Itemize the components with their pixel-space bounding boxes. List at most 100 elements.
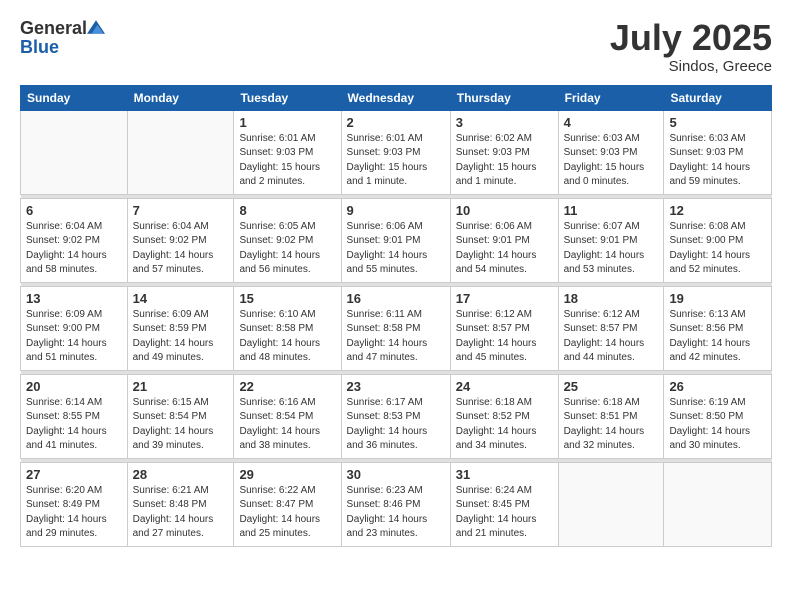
day-info: Sunrise: 6:22 AMSunset: 8:47 PMDaylight:…: [239, 484, 335, 542]
logo-general: General: [20, 19, 87, 37]
header: General Blue July 2025 Sindos, Greece: [20, 18, 772, 75]
day-number: 13: [26, 291, 122, 306]
day-info: Sunrise: 6:10 AMSunset: 8:58 PMDaylight:…: [239, 308, 335, 366]
day-info: Sunrise: 6:15 AMSunset: 8:54 PMDaylight:…: [133, 396, 229, 454]
calendar-cell: [127, 110, 234, 194]
day-info: Sunrise: 6:18 AMSunset: 8:51 PMDaylight:…: [564, 396, 659, 454]
day-info: Sunrise: 6:08 AMSunset: 9:00 PMDaylight:…: [669, 220, 766, 278]
day-info: Sunrise: 6:03 AMSunset: 9:03 PMDaylight:…: [564, 132, 659, 190]
day-number: 19: [669, 291, 766, 306]
calendar-cell: 16 Sunrise: 6:11 AMSunset: 8:58 PMDayligh…: [341, 286, 450, 370]
day-info: Sunrise: 6:02 AMSunset: 9:03 PMDaylight:…: [456, 132, 553, 190]
day-info: Sunrise: 6:01 AMSunset: 9:03 PMDaylight:…: [239, 132, 335, 190]
calendar-cell: 24 Sunrise: 6:18 AMSunset: 8:52 PMDayligh…: [450, 374, 558, 458]
day-info: Sunrise: 6:19 AMSunset: 8:50 PMDaylight:…: [669, 396, 766, 454]
calendar-cell: [558, 462, 664, 546]
calendar-cell: 4 Sunrise: 6:03 AMSunset: 9:03 PMDaylight…: [558, 110, 664, 194]
week-row-2: 13 Sunrise: 6:09 AMSunset: 9:00 PMDayligh…: [21, 286, 772, 370]
day-number: 30: [347, 467, 445, 482]
calendar-cell: 10 Sunrise: 6:06 AMSunset: 9:01 PMDayligh…: [450, 198, 558, 282]
day-number: 11: [564, 203, 659, 218]
calendar-cell: 20Sunrise: 6:14 AMSunset: 8:55 PMDayligh…: [21, 374, 128, 458]
day-number: 20: [26, 379, 122, 394]
header-thursday: Thursday: [450, 85, 558, 110]
header-wednesday: Wednesday: [341, 85, 450, 110]
day-info: Sunrise: 6:05 AMSunset: 9:02 PMDaylight:…: [239, 220, 335, 278]
day-info: Sunrise: 6:12 AMSunset: 8:57 PMDaylight:…: [564, 308, 659, 366]
day-info: Sunrise: 6:17 AMSunset: 8:53 PMDaylight:…: [347, 396, 445, 454]
day-number: 15: [239, 291, 335, 306]
day-info: Sunrise: 6:16 AMSunset: 8:54 PMDaylight:…: [239, 396, 335, 454]
day-number: 23: [347, 379, 445, 394]
calendar-cell: 6Sunrise: 6:04 AMSunset: 9:02 PMDaylight…: [21, 198, 128, 282]
day-number: 25: [564, 379, 659, 394]
day-number: 2: [347, 115, 445, 130]
calendar-cell: 22Sunrise: 6:16 AMSunset: 8:54 PMDayligh…: [234, 374, 341, 458]
calendar-cell: 14 Sunrise: 6:09 AMSunset: 8:59 PMDayligh…: [127, 286, 234, 370]
calendar-cell: 28Sunrise: 6:21 AMSunset: 8:48 PMDayligh…: [127, 462, 234, 546]
calendar-cell: 23 Sunrise: 6:17 AMSunset: 8:53 PMDayligh…: [341, 374, 450, 458]
calendar-cell: 11 Sunrise: 6:07 AMSunset: 9:01 PMDayligh…: [558, 198, 664, 282]
calendar-cell: 25 Sunrise: 6:18 AMSunset: 8:51 PMDayligh…: [558, 374, 664, 458]
day-number: 16: [347, 291, 445, 306]
page: General Blue July 2025 Sindos, Greece Su…: [0, 0, 792, 612]
calendar-cell: 29 Sunrise: 6:22 AMSunset: 8:47 PMDayligh…: [234, 462, 341, 546]
day-number: 9: [347, 203, 445, 218]
logo-icon: [87, 18, 105, 36]
day-number: 18: [564, 291, 659, 306]
logo: General Blue: [20, 18, 105, 56]
day-info: Sunrise: 6:21 AMSunset: 8:48 PMDaylight:…: [133, 484, 229, 542]
calendar-cell: 12Sunrise: 6:08 AMSunset: 9:00 PMDayligh…: [664, 198, 772, 282]
calendar-cell: [664, 462, 772, 546]
calendar-cell: 18 Sunrise: 6:12 AMSunset: 8:57 PMDayligh…: [558, 286, 664, 370]
calendar-cell: 15 Sunrise: 6:10 AMSunset: 8:58 PMDayligh…: [234, 286, 341, 370]
day-number: 31: [456, 467, 553, 482]
day-info: Sunrise: 6:20 AMSunset: 8:49 PMDaylight:…: [26, 484, 122, 542]
day-number: 26: [669, 379, 766, 394]
week-row-3: 20Sunrise: 6:14 AMSunset: 8:55 PMDayligh…: [21, 374, 772, 458]
calendar-cell: 2 Sunrise: 6:01 AMSunset: 9:03 PMDaylight…: [341, 110, 450, 194]
day-info: Sunrise: 6:12 AMSunset: 8:57 PMDaylight:…: [456, 308, 553, 366]
day-info: Sunrise: 6:07 AMSunset: 9:01 PMDaylight:…: [564, 220, 659, 278]
day-info: Sunrise: 6:09 AMSunset: 9:00 PMDaylight:…: [26, 308, 122, 366]
logo-blue: Blue: [20, 38, 59, 56]
calendar-cell: 9 Sunrise: 6:06 AMSunset: 9:01 PMDaylight…: [341, 198, 450, 282]
day-number: 8: [239, 203, 335, 218]
day-info: Sunrise: 6:06 AMSunset: 9:01 PMDaylight:…: [347, 220, 445, 278]
day-info: Sunrise: 6:18 AMSunset: 8:52 PMDaylight:…: [456, 396, 553, 454]
day-info: Sunrise: 6:23 AMSunset: 8:46 PMDaylight:…: [347, 484, 445, 542]
header-saturday: Saturday: [664, 85, 772, 110]
day-number: 3: [456, 115, 553, 130]
week-row-1: 6Sunrise: 6:04 AMSunset: 9:02 PMDaylight…: [21, 198, 772, 282]
day-number: 6: [26, 203, 122, 218]
day-number: 7: [133, 203, 229, 218]
day-number: 10: [456, 203, 553, 218]
calendar-cell: 30 Sunrise: 6:23 AMSunset: 8:46 PMDayligh…: [341, 462, 450, 546]
day-number: 4: [564, 115, 659, 130]
title-block: July 2025 Sindos, Greece: [610, 18, 772, 75]
calendar-cell: 19Sunrise: 6:13 AMSunset: 8:56 PMDayligh…: [664, 286, 772, 370]
title-month: July 2025: [610, 18, 772, 58]
calendar-cell: 27Sunrise: 6:20 AMSunset: 8:49 PMDayligh…: [21, 462, 128, 546]
day-number: 14: [133, 291, 229, 306]
day-number: 24: [456, 379, 553, 394]
week-row-4: 27Sunrise: 6:20 AMSunset: 8:49 PMDayligh…: [21, 462, 772, 546]
day-info: Sunrise: 6:11 AMSunset: 8:58 PMDaylight:…: [347, 308, 445, 366]
day-number: 17: [456, 291, 553, 306]
calendar-cell: 17 Sunrise: 6:12 AMSunset: 8:57 PMDayligh…: [450, 286, 558, 370]
day-number: 21: [133, 379, 229, 394]
day-info: Sunrise: 6:24 AMSunset: 8:45 PMDaylight:…: [456, 484, 553, 542]
day-info: Sunrise: 6:06 AMSunset: 9:01 PMDaylight:…: [456, 220, 553, 278]
header-friday: Friday: [558, 85, 664, 110]
header-monday: Monday: [127, 85, 234, 110]
calendar-cell: 3 Sunrise: 6:02 AMSunset: 9:03 PMDaylight…: [450, 110, 558, 194]
header-sunday: Sunday: [21, 85, 128, 110]
calendar-cell: [21, 110, 128, 194]
day-number: 29: [239, 467, 335, 482]
calendar-cell: 5Sunrise: 6:03 AMSunset: 9:03 PMDaylight…: [664, 110, 772, 194]
calendar: Sunday Monday Tuesday Wednesday Thursday…: [20, 85, 772, 547]
calendar-cell: 13 Sunrise: 6:09 AMSunset: 9:00 PMDayligh…: [21, 286, 128, 370]
day-info: Sunrise: 6:01 AMSunset: 9:03 PMDaylight:…: [347, 132, 445, 190]
weekday-header-row: Sunday Monday Tuesday Wednesday Thursday…: [21, 85, 772, 110]
day-info: Sunrise: 6:09 AMSunset: 8:59 PMDaylight:…: [133, 308, 229, 366]
